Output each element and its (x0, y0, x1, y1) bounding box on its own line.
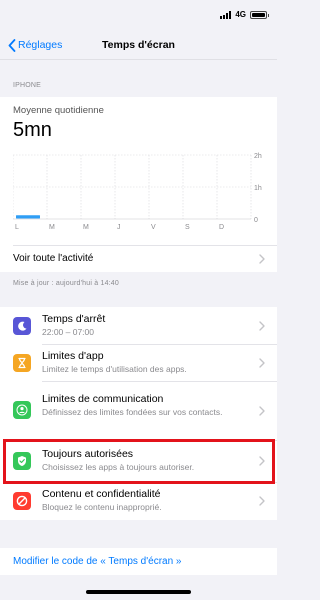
setting-subtitle: Limitez le temps d'utilisation des apps. (42, 364, 187, 374)
setting-title: Temps d'arrêt (42, 313, 106, 325)
chart-x-tick-label: D (219, 224, 224, 231)
device-section-label: IPHONE (13, 82, 42, 89)
row-divider (42, 381, 277, 382)
setting-title: Contenu et confidentialité (42, 488, 161, 500)
see-all-activity-label: Voir toute l'activité (13, 253, 94, 264)
person-icon (13, 401, 31, 419)
setting-title: Limites d'app (42, 350, 104, 362)
row-divider (42, 344, 277, 345)
signal-icon (220, 10, 232, 19)
daily-average-label: Moyenne quotidienne (13, 105, 104, 116)
last-updated-label: Mise à jour : aujourd'hui à 14:40 (13, 280, 119, 287)
home-indicator (86, 590, 191, 594)
row-divider (13, 245, 277, 246)
usage-card[interactable]: Moyenne quotidienne 5mn 2h 1h 0 L M M J V S D (0, 97, 277, 245)
chart-y-tick-label: 0 (254, 217, 258, 224)
setting-subtitle: Définissez des limites fondées sur vos c… (42, 407, 223, 417)
chevron-right-icon (259, 496, 265, 506)
chart-y-tick-label: 2h (254, 153, 262, 160)
chart-x-tick-label: J (117, 224, 121, 231)
see-all-activity-row[interactable]: Voir toute l'activité (0, 245, 277, 272)
highlight-box (3, 439, 275, 484)
chevron-right-icon (259, 254, 265, 264)
setting-row-1[interactable]: Temps d'arrêt 22:00 – 07:00 (0, 307, 277, 344)
page-title: Temps d'écran (102, 39, 175, 51)
chart-x-tick-label: S (185, 224, 190, 231)
setting-subtitle: 22:00 – 07:00 (42, 327, 94, 337)
setting-subtitle: Bloquez le contenu inapproprié. (42, 502, 162, 512)
chevron-right-icon (259, 358, 265, 368)
status-bar: 4G (0, 0, 277, 34)
battery-icon (250, 10, 269, 19)
navigation-bar: Réglages Temps d'écran (0, 34, 277, 56)
nav-divider (0, 59, 277, 60)
chevron-right-icon (259, 406, 265, 416)
moon-icon (13, 317, 31, 335)
setting-row-5[interactable]: Contenu et confidentialité Bloquez le con… (0, 482, 277, 520)
chart-bar (16, 215, 40, 219)
chart-x-tick-label: M (49, 224, 55, 231)
usage-chart: 2h 1h 0 L M M J V S D (13, 153, 262, 231)
setting-row-3[interactable]: Limites de communication Définissez des l… (0, 381, 277, 440)
setting-title: Limites de communication (42, 393, 164, 405)
network-type: 4G (235, 10, 246, 19)
setting-row-2[interactable]: Limites d'app Limitez le temps d'utilisat… (0, 344, 277, 381)
chevron-right-icon (259, 321, 265, 331)
hourglass-icon (13, 354, 31, 372)
chart-x-tick-label: L (15, 224, 19, 231)
change-code-link[interactable]: Modifier le code de « Temps d'écran » (13, 556, 182, 567)
prohibited-icon (13, 492, 31, 510)
chart-y-tick-label: 1h (254, 185, 262, 192)
daily-average-value: 5mn (13, 119, 52, 141)
chart-x-tick-label: V (151, 224, 156, 231)
chart-x-tick-label: M (83, 224, 89, 231)
status-indicators: 4G (220, 10, 269, 19)
